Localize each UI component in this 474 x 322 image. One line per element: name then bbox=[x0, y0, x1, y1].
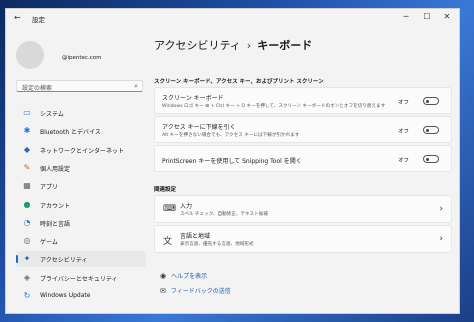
language-icon: 文 bbox=[163, 237, 173, 247]
privacy-icon: ◈ bbox=[23, 272, 31, 282]
related-card-language-region[interactable]: 文 言語と地域 表示言語、優先する言語、地域形式 › bbox=[154, 225, 452, 253]
sidebar-item-label: システム bbox=[40, 111, 64, 118]
sidebar-item[interactable]: ✎ 個人用設定 bbox=[16, 160, 146, 176]
chevron-right-icon: › bbox=[439, 234, 443, 244]
setting-card-printscreen[interactable]: PrintScreen キーを使用して Snipping Tool を開く オフ bbox=[154, 145, 452, 172]
personalization-icon: ✎ bbox=[23, 162, 31, 172]
setting-description: Alt キーを押さない場合でも、アクセス キーには下線が引かれます bbox=[162, 133, 300, 138]
sidebar-item-label: アプリ bbox=[40, 184, 59, 192]
setting-description: Windows ロゴ キー ⊞ + Ctrl キー + O キーを押して、スクリ… bbox=[162, 104, 386, 109]
sidebar: @ipentec.com 設定の検索 ⌕ ▭ システム ✱ Bluetooth とデバ… bbox=[6, 27, 146, 313]
account-email: @ipentec.com bbox=[62, 55, 102, 61]
toggle-state-label: オフ bbox=[397, 129, 409, 135]
window-title: 設定 bbox=[32, 16, 45, 24]
sidebar-item-label: アカウント bbox=[40, 202, 71, 210]
avatar[interactable] bbox=[16, 41, 44, 69]
related-description: スペル チェック、自動修正、テキスト候補 bbox=[180, 212, 268, 217]
sidebar-item[interactable]: ◎ ゲーム bbox=[16, 233, 146, 249]
section-heading-related: 関連設定 bbox=[154, 187, 177, 193]
sidebar-item[interactable]: ◆ ネットワークとインターネット bbox=[16, 142, 146, 158]
related-title: 言語と地域 bbox=[180, 233, 211, 240]
setting-card-screen-keyboard[interactable]: スクリーン キーボード Windows ロゴ キー ⊞ + Ctrl キー + … bbox=[154, 87, 452, 114]
sidebar-item[interactable]: ✦ アクセシビリティ bbox=[16, 251, 146, 268]
sidebar-item-label: 個人用設定 bbox=[40, 165, 71, 173]
sidebar-item[interactable]: ✱ Bluetooth とデバイス bbox=[16, 123, 146, 139]
related-description: 表示言語、優先する言語、地域形式 bbox=[180, 242, 254, 247]
feedback-link-label: フィードバックの送信 bbox=[170, 288, 231, 295]
back-arrow-icon[interactable]: ← bbox=[14, 13, 21, 22]
close-button[interactable]: ✕ bbox=[440, 12, 454, 21]
related-card-input[interactable]: ⌨ 入力 スペル チェック、自動修正、テキスト候補 › bbox=[154, 195, 452, 223]
help-link[interactable]: ◉ ヘルプを表示 bbox=[160, 271, 207, 280]
setting-title: アクセス キーに下線を引く bbox=[162, 124, 236, 131]
help-icon: ◉ bbox=[160, 272, 167, 280]
printscreen-snipping-toggle[interactable] bbox=[423, 155, 439, 163]
windows-update-icon: ↻ bbox=[23, 291, 31, 300]
access-key-underline-toggle[interactable] bbox=[423, 126, 439, 134]
sidebar-item-label: ネットワークとインターネット bbox=[40, 147, 125, 155]
main-content: アクセシビリティ › キーボード スクリーン キーボード、アクセス キー、およびプリ… bbox=[146, 27, 459, 313]
sidebar-item[interactable]: ◔ 時刻と言語 bbox=[16, 215, 146, 231]
title-bar: ← 設定 ─ ☐ ✕ bbox=[6, 9, 459, 27]
sidebar-item-label: ゲーム bbox=[40, 239, 58, 247]
system-icon: ▭ bbox=[23, 108, 31, 117]
setting-card-access-key-underline[interactable]: アクセス キーに下線を引く Alt キーを押さない場合でも、アクセス キーには下… bbox=[154, 116, 452, 143]
toggle-state-label: オフ bbox=[397, 100, 409, 106]
maximize-button[interactable]: ☐ bbox=[420, 12, 434, 21]
search-input[interactable]: 設定の検索 ⌕ bbox=[16, 80, 143, 92]
breadcrumb-parent[interactable]: アクセシビリティ bbox=[154, 39, 241, 52]
sidebar-item[interactable]: ▭ システム bbox=[16, 105, 146, 121]
sidebar-item-label: Bluetooth とデバイス bbox=[40, 129, 101, 137]
breadcrumb-separator: › bbox=[246, 39, 252, 52]
chevron-right-icon: › bbox=[439, 204, 443, 214]
keyboard-icon: ⌨ bbox=[163, 204, 176, 214]
sidebar-item[interactable]: ↻ Windows Update bbox=[16, 288, 146, 304]
sidebar-item-label: アクセシビリティ bbox=[40, 257, 88, 265]
sidebar-item[interactable]: ● アカウント bbox=[16, 197, 146, 213]
page-title: キーボード bbox=[257, 39, 313, 52]
breadcrumb: アクセシビリティ › キーボード bbox=[154, 37, 312, 53]
setting-title: スクリーン キーボード bbox=[162, 95, 224, 102]
sidebar-item-label: 時刻と言語 bbox=[40, 220, 71, 228]
bluetooth-icon: ✱ bbox=[23, 126, 31, 136]
feedback-icon: ✉ bbox=[160, 287, 166, 295]
settings-window: ← 設定 ─ ☐ ✕ @ipentec.com 設定の検索 ⌕ ▭ システム ✱ Bl… bbox=[5, 8, 460, 314]
toggle-knob bbox=[426, 157, 429, 161]
toggle-knob bbox=[426, 128, 429, 132]
search-icon: ⌕ bbox=[134, 82, 138, 90]
toggle-state-label: オフ bbox=[397, 158, 409, 164]
sidebar-item[interactable]: ▦ アプリ bbox=[16, 178, 146, 194]
account-icon: ● bbox=[23, 199, 31, 209]
related-title: 入力 bbox=[180, 203, 193, 210]
screen-keyboard-toggle[interactable] bbox=[423, 97, 439, 105]
help-link-label: ヘルプを表示 bbox=[171, 273, 208, 280]
accessibility-icon: ✦ bbox=[23, 254, 31, 264]
network-icon: ◆ bbox=[23, 144, 31, 154]
sidebar-item-label: Windows Update bbox=[40, 292, 91, 299]
active-indicator bbox=[16, 255, 18, 264]
search-placeholder: 設定の検索 bbox=[22, 85, 53, 92]
sidebar-item-label: プライバシーとセキュリティ bbox=[40, 275, 118, 283]
apps-icon: ▦ bbox=[23, 181, 31, 191]
setting-title: PrintScreen キーを使用して Snipping Tool を開く bbox=[162, 158, 302, 165]
section-heading-screen-keyboard: スクリーン キーボード、アクセス キー、およびプリント スクリーン bbox=[154, 79, 324, 85]
gaming-icon: ◎ bbox=[23, 236, 31, 246]
toggle-knob bbox=[426, 99, 429, 103]
minimize-button[interactable]: ─ bbox=[399, 12, 413, 21]
feedback-link[interactable]: ✉ フィードバックの送信 bbox=[160, 286, 231, 295]
time-language-icon: ◔ bbox=[23, 217, 31, 227]
sidebar-item[interactable]: ◈ プライバシーとセキュリティ bbox=[16, 270, 146, 286]
